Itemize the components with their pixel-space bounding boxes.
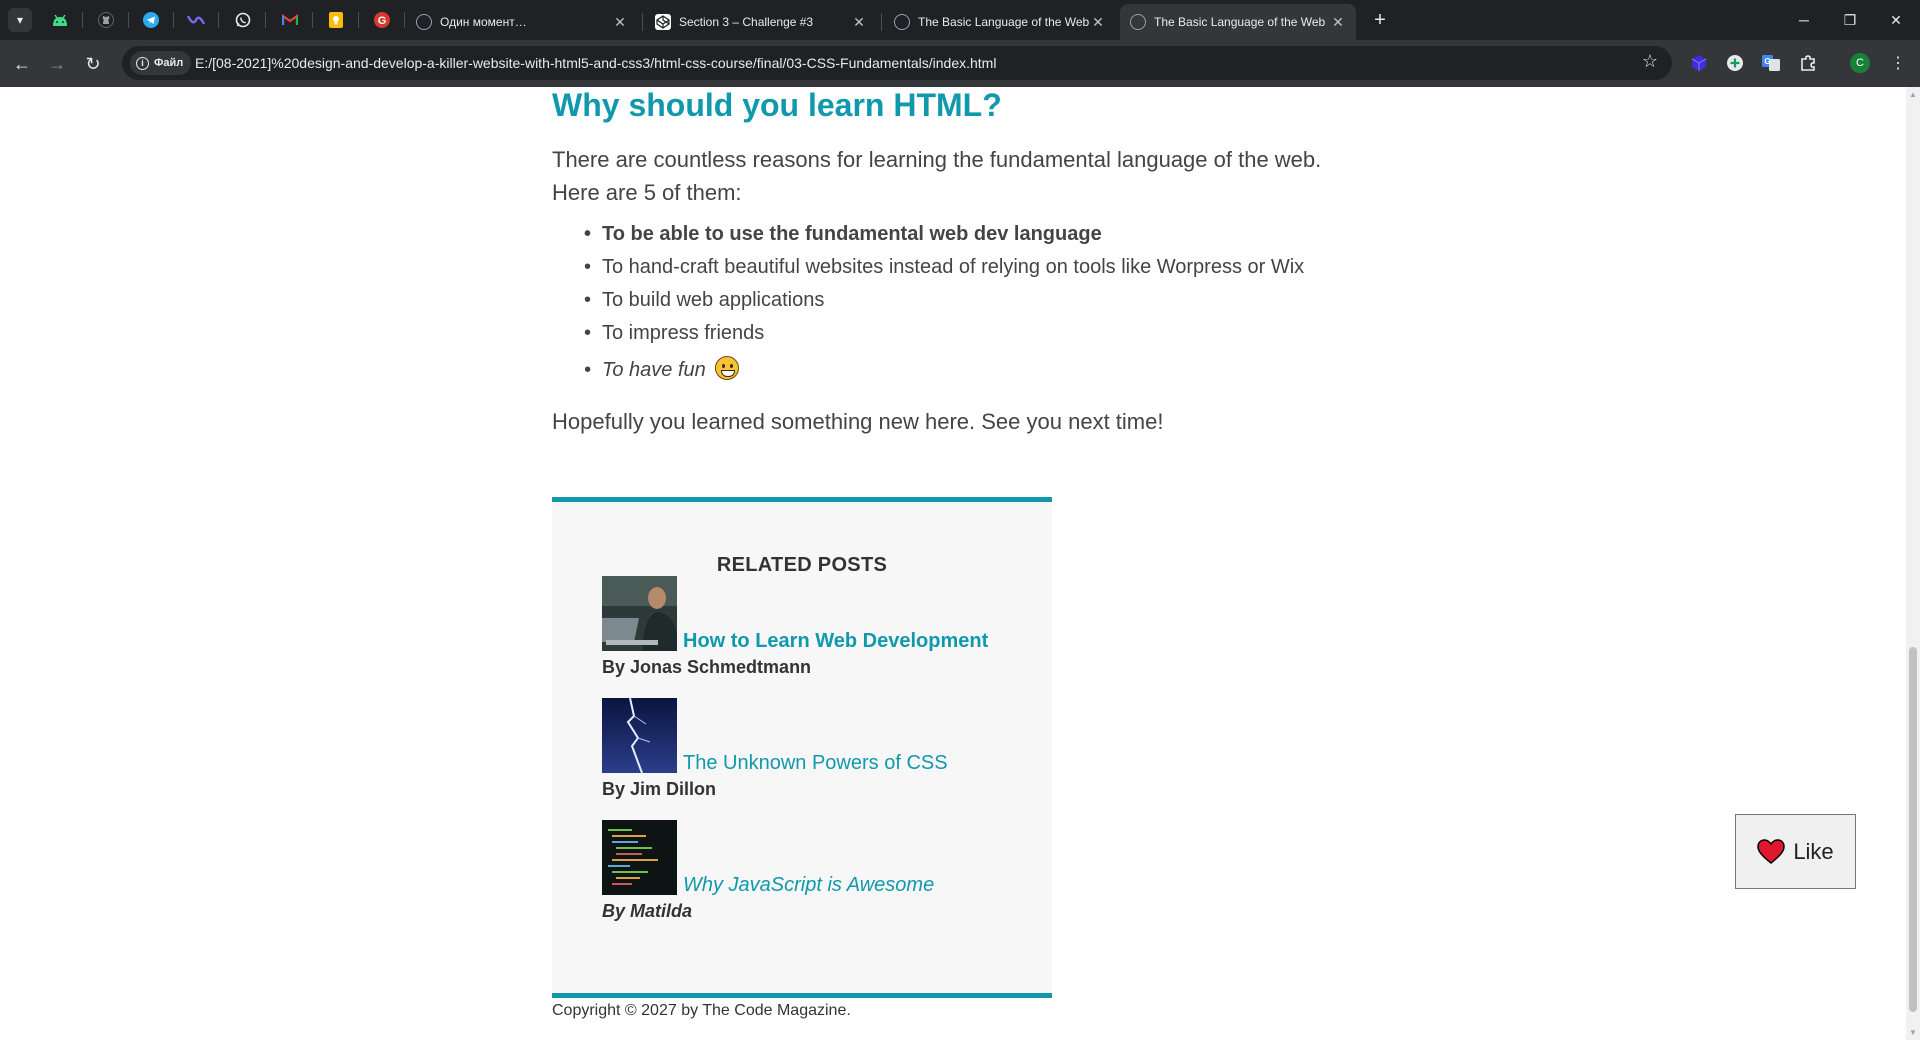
globe-icon: [416, 14, 432, 30]
gmail-icon[interactable]: [280, 10, 300, 30]
close-tab-icon[interactable]: ✕: [1090, 14, 1106, 30]
close-tab-icon[interactable]: ✕: [1330, 14, 1346, 30]
back-button[interactable]: ←: [9, 51, 35, 77]
extension-cube-icon[interactable]: [1689, 53, 1709, 73]
post-title-link[interactable]: How to Learn Web Development: [683, 630, 988, 653]
scroll-down-arrow-icon[interactable]: ▼: [1909, 1028, 1917, 1037]
globe-icon: [894, 14, 910, 30]
close-tab-icon[interactable]: ✕: [612, 14, 628, 30]
github-icon[interactable]: [96, 10, 116, 30]
related-post: Why JavaScript is Awesome By Matilda: [602, 820, 1022, 930]
svg-text:G: G: [1764, 57, 1770, 66]
related-posts-heading: RELATED POSTS: [716, 554, 888, 576]
page-scrollbar[interactable]: ▲ ▼: [1906, 87, 1920, 1040]
keep-icon[interactable]: [326, 10, 346, 30]
page-viewport: Why should you learn HTML? There are cou…: [0, 87, 1906, 1040]
telegram-icon[interactable]: [141, 10, 161, 30]
close-window-button[interactable]: ✕: [1878, 8, 1914, 32]
restore-button[interactable]: ❐: [1832, 8, 1868, 32]
grinning-emoji-icon: [715, 356, 740, 380]
list-item: To impress friends: [584, 317, 1362, 350]
tab-bar: ▾ G Один момент… ✕ Section 3 – Challenge: [0, 0, 1920, 40]
browser-menu-icon[interactable]: ⋮: [1888, 53, 1908, 73]
codepen-icon: [655, 14, 671, 30]
globe-icon: [1130, 14, 1146, 30]
related-post: The Unknown Powers of CSS By Jim Dillon: [602, 698, 1022, 808]
related-post: How to Learn Web Development By Jonas Sc…: [602, 576, 1022, 686]
close-tab-icon[interactable]: ✕: [851, 14, 867, 30]
list-item: To be able to use the fundamental web de…: [584, 218, 1362, 251]
browser-toolbar: ← → ↻ i Файл E:/[08-2021]%20design-and-d…: [0, 40, 1920, 87]
intro-paragraph: There are countless reasons for learning…: [552, 147, 1322, 205]
post-title-link[interactable]: The Unknown Powers of CSS: [683, 752, 948, 775]
list-item: To have fun: [584, 350, 1362, 390]
bookmark-star-icon[interactable]: ☆: [1642, 51, 1658, 72]
add-extension-icon[interactable]: [1725, 53, 1745, 73]
post-author: By Jim Dillon: [602, 779, 717, 799]
android-icon[interactable]: [50, 10, 70, 30]
tab-2[interactable]: Section 3 – Challenge #3 ✕: [645, 4, 877, 40]
article-heading: Why should you learn HTML?: [552, 87, 1002, 123]
like-button-label: Like: [1793, 838, 1834, 864]
outro-paragraph: Hopefully you learned something new here…: [552, 409, 1164, 434]
tab-search-button[interactable]: ▾: [8, 8, 32, 32]
list-item: To hand-craft beautiful websites instead…: [584, 251, 1362, 284]
site-info-chip[interactable]: i Файл: [130, 51, 192, 75]
new-tab-button[interactable]: +: [1362, 8, 1398, 32]
info-icon: i: [136, 56, 149, 70]
post-thumbnail-laptop[interactable]: [602, 576, 677, 651]
page-footer: Copyright © 2027 by The Code Magazine.: [552, 1002, 851, 1019]
list-item: To build web applications: [584, 284, 1362, 317]
tab-4-active[interactable]: The Basic Language of the Web ✕: [1120, 4, 1356, 40]
tab-1[interactable]: Один момент… ✕: [406, 4, 638, 40]
heart-icon: [1757, 838, 1786, 864]
reasons-list: To be able to use the fundamental web de…: [584, 218, 1362, 390]
whatsapp-icon[interactable]: [233, 10, 253, 30]
svg-text:G: G: [378, 15, 387, 27]
minimize-button[interactable]: ─: [1786, 8, 1822, 32]
scroll-up-arrow-icon[interactable]: ▲: [1909, 90, 1917, 99]
profile-avatar[interactable]: C: [1850, 53, 1870, 73]
app-icon[interactable]: [186, 10, 206, 30]
post-thumbnail-lightning[interactable]: [602, 698, 677, 773]
url-text[interactable]: E:/[08-2021]%20design-and-develop-a-kill…: [195, 55, 996, 71]
post-author: By Matilda: [602, 901, 693, 921]
post-title-link[interactable]: Why JavaScript is Awesome: [683, 874, 934, 897]
post-author: By Jonas Schmedtmann: [602, 657, 812, 677]
grammarly-icon[interactable]: G: [372, 10, 392, 30]
tab-3[interactable]: The Basic Language of the Web ✕: [884, 4, 1116, 40]
extensions-puzzle-icon[interactable]: [1798, 53, 1818, 73]
related-posts: RELATED POSTS How to Learn Web Developme…: [552, 497, 1052, 998]
forward-button[interactable]: →: [44, 51, 70, 77]
translate-icon[interactable]: G: [1761, 53, 1781, 73]
like-button[interactable]: Like: [1735, 814, 1856, 889]
address-bar[interactable]: i Файл E:/[08-2021]%20design-and-develop…: [122, 46, 1672, 80]
reload-button[interactable]: ↻: [80, 51, 106, 77]
scrollbar-thumb[interactable]: [1909, 647, 1917, 1012]
post-thumbnail-code[interactable]: [602, 820, 677, 895]
